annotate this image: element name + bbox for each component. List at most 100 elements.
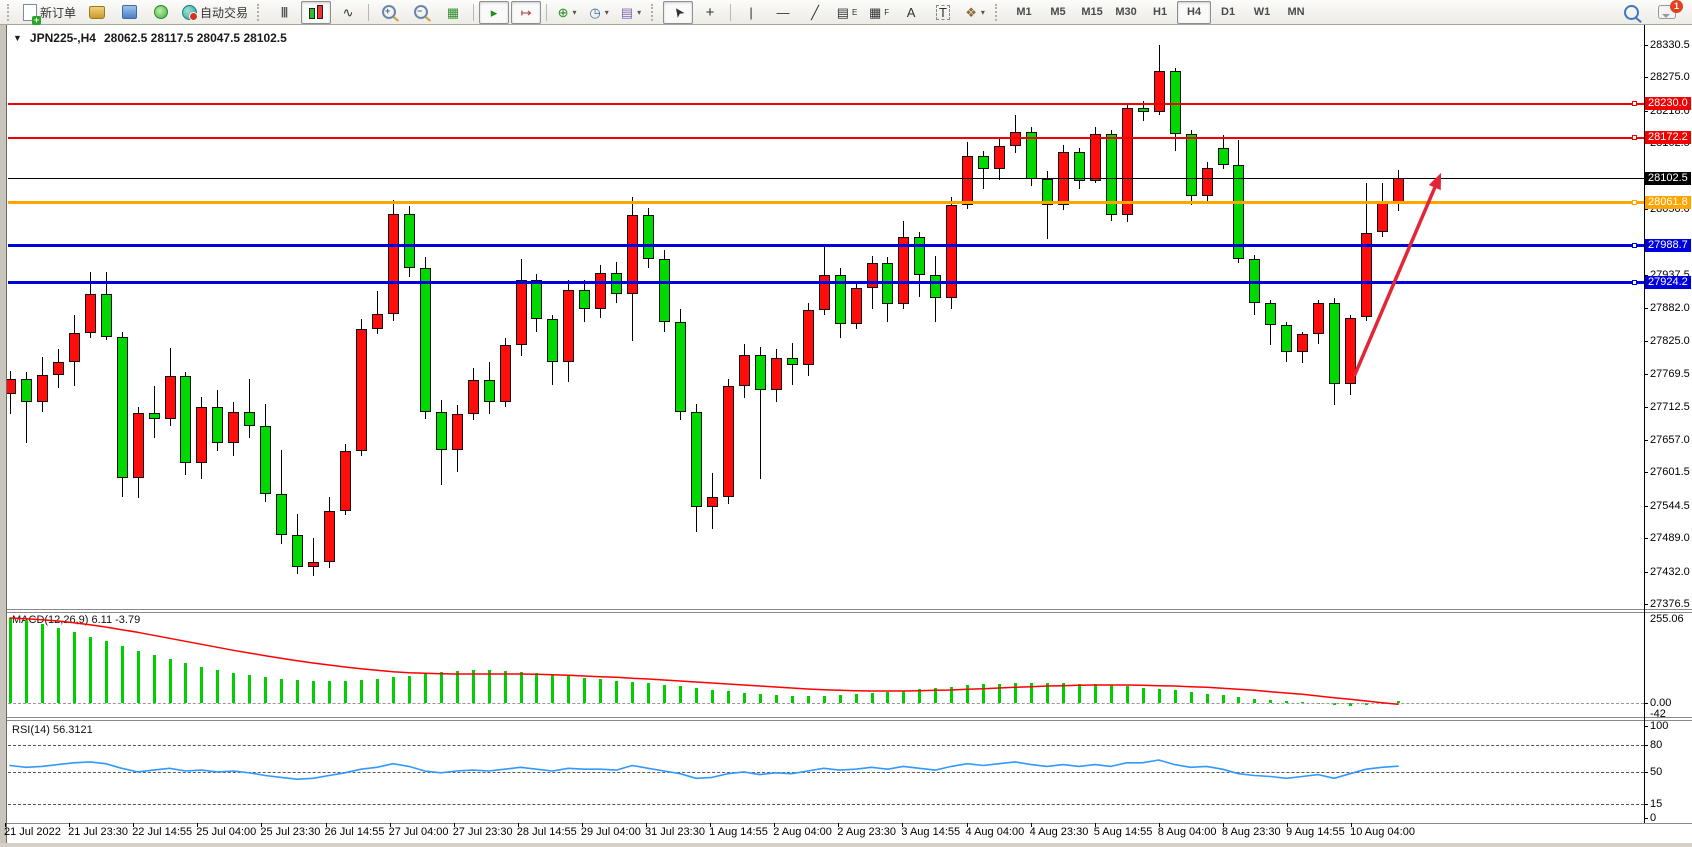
macd-zero-line <box>8 703 1644 704</box>
timeframe-m30[interactable]: M30 <box>1109 1 1143 24</box>
horizontal-level-line[interactable] <box>8 201 1644 204</box>
vertical-line-icon: | <box>749 6 752 19</box>
toolbox-button[interactable] <box>114 1 144 24</box>
vertical-line-button[interactable]: | <box>736 1 766 24</box>
rsi-level-label: 100 <box>1650 720 1668 732</box>
signals-button[interactable] <box>146 1 176 24</box>
candle <box>228 412 239 442</box>
timeframe-h4[interactable]: H4 <box>1177 1 1211 24</box>
horizontal-level-line[interactable] <box>8 137 1644 139</box>
pane-separator[interactable] <box>0 609 1692 610</box>
new-order-label: 新订单 <box>40 4 76 21</box>
candle <box>500 345 511 401</box>
collapse-triangle-icon[interactable]: ▼ <box>13 33 22 43</box>
new-order-button[interactable]: 新订单 <box>19 1 80 24</box>
timeframe-w1[interactable]: W1 <box>1245 1 1279 24</box>
search-button[interactable] <box>1616 1 1646 24</box>
periods-button[interactable]: ◷▾ <box>584 1 614 24</box>
candle <box>436 412 447 450</box>
notifications-button[interactable]: 1 <box>1652 1 1682 24</box>
macd-histogram-bar <box>440 672 443 703</box>
zoom-in-button[interactable]: + <box>374 1 404 24</box>
fibonacci-button[interactable]: ▦F <box>864 1 894 24</box>
tile-windows-button[interactable]: ▦ <box>438 1 468 24</box>
crosshair-button[interactable]: + <box>695 1 725 24</box>
macd-histogram-bar <box>886 692 889 703</box>
horizontal-level-line[interactable] <box>8 281 1644 284</box>
timeframe-h1[interactable]: H1 <box>1143 1 1177 24</box>
pane-separator[interactable] <box>0 720 1692 721</box>
timeframe-d1[interactable]: D1 <box>1211 1 1245 24</box>
macd-histogram-bar <box>312 681 315 703</box>
chart-bars-button[interactable]: ||| <box>269 1 299 24</box>
indicators-button[interactable]: ⊕▾ <box>552 1 582 24</box>
macd-histogram-bar <box>25 620 28 703</box>
time-axis-tick <box>710 823 711 827</box>
macd-histogram-bar <box>1078 684 1081 703</box>
macd-histogram-bar <box>615 681 618 703</box>
candle <box>1218 148 1229 166</box>
autotrade-button[interactable]: 自动交易 <box>178 1 252 24</box>
line-chart-icon: ∿ <box>343 6 354 19</box>
arrows-button[interactable]: ❖▾ <box>960 1 990 24</box>
horizontal-level-line[interactable] <box>8 103 1644 105</box>
line-end-marker[interactable] <box>1632 243 1637 248</box>
pane-separator[interactable] <box>0 612 1692 613</box>
cursor-button[interactable]: ➤ <box>663 1 693 24</box>
line-end-marker[interactable] <box>1632 200 1637 205</box>
text-button[interactable]: A <box>896 1 926 24</box>
macd-histogram-bar <box>583 678 586 703</box>
candle <box>1377 202 1388 232</box>
time-axis-label: 10 Aug 04:00 <box>1350 826 1415 838</box>
channel-button[interactable]: ▤E <box>832 1 862 24</box>
chart-line-button[interactable]: ∿ <box>333 1 363 24</box>
horizontal-level-line[interactable] <box>8 178 1644 179</box>
time-axis-label: 2 Aug 23:30 <box>837 826 896 838</box>
price-badge: 28230.0 <box>1645 97 1691 110</box>
candle <box>579 290 590 309</box>
price-badge: 27988.7 <box>1645 239 1691 252</box>
template-icon: ▤ <box>621 6 633 19</box>
toolbar-grip[interactable] <box>651 4 658 21</box>
candle <box>1026 132 1037 179</box>
zoom-out-button[interactable]: − <box>406 1 436 24</box>
macd-histogram-bar <box>1222 695 1225 703</box>
macd-histogram-bar <box>711 690 714 703</box>
chart-window[interactable]: ▼ JPN225-,H4 28062.5 28117.5 28047.5 281… <box>0 25 1692 843</box>
toolbar-grip[interactable] <box>257 4 264 21</box>
channel-icon: ▤ <box>837 6 849 19</box>
candle <box>547 319 558 361</box>
timeframe-m15[interactable]: M15 <box>1075 1 1109 24</box>
templates-button[interactable]: ▤▾ <box>616 1 646 24</box>
timeframe-m1[interactable]: M1 <box>1007 1 1041 24</box>
timeframe-mn[interactable]: MN <box>1279 1 1313 24</box>
line-end-marker[interactable] <box>1632 280 1637 285</box>
chart-candles-button[interactable] <box>301 1 331 24</box>
profiles-button[interactable] <box>82 1 112 24</box>
line-end-marker[interactable] <box>1632 101 1637 106</box>
line-end-marker[interactable] <box>1632 135 1637 140</box>
horizontal-line-button[interactable]: — <box>768 1 798 24</box>
macd-histogram-bar <box>663 685 666 703</box>
trendline-button[interactable]: ╱ <box>800 1 830 24</box>
auto-scroll-button[interactable]: ▸ <box>479 1 509 24</box>
candle <box>165 376 176 419</box>
timeframe-m5[interactable]: M5 <box>1041 1 1075 24</box>
toolbar-grip[interactable] <box>7 4 14 21</box>
macd-histogram-bar <box>647 683 650 703</box>
macd-histogram-bar <box>679 686 682 703</box>
macd-histogram-bar <box>264 677 267 703</box>
time-axis-tick <box>902 823 903 827</box>
horizontal-level-line[interactable] <box>8 244 1644 247</box>
toolbar-grip[interactable] <box>995 4 1002 21</box>
candle <box>867 263 878 288</box>
chevron-down-icon: ▾ <box>605 8 609 17</box>
candle <box>851 288 862 323</box>
pane-separator[interactable] <box>0 717 1692 718</box>
price-tick <box>1644 209 1648 210</box>
trendline-icon: ╱ <box>811 6 819 19</box>
chart-shift-button[interactable]: ↦ <box>511 1 541 24</box>
candle <box>324 511 335 562</box>
text-label-button[interactable]: T <box>928 1 958 24</box>
candle <box>1122 108 1133 215</box>
